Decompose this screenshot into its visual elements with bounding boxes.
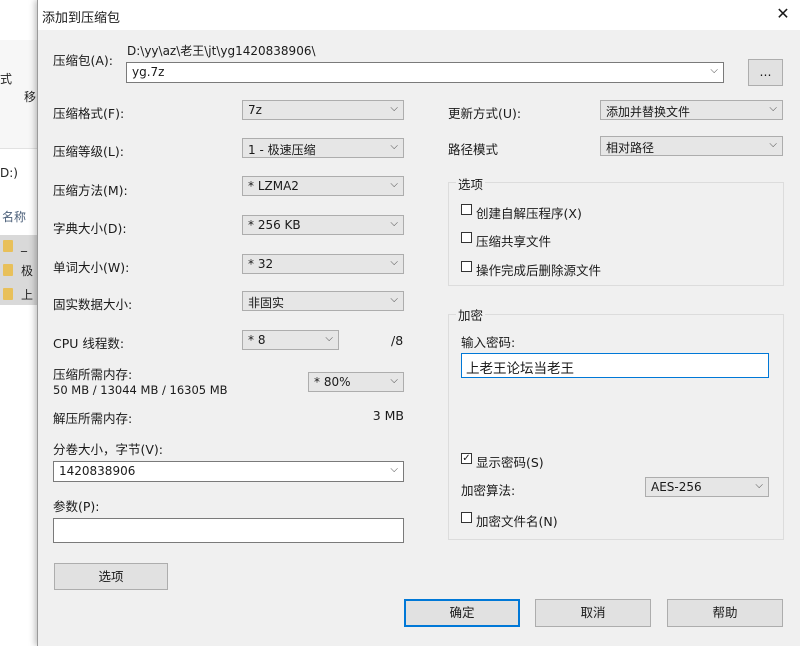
volume-label: 分卷大小，字节(V):	[53, 442, 164, 457]
ok-button[interactable]: 确定	[404, 599, 520, 627]
explorer-ribbon: 式 移	[0, 40, 38, 149]
show-password-label: 显示密码(S)	[476, 455, 544, 470]
update-value: 添加并替换文件	[606, 105, 691, 119]
format-value: 7z	[248, 103, 262, 117]
cpu-select[interactable]: * 8 ⌵	[242, 330, 339, 350]
chevron-down-icon: ⌵	[390, 294, 398, 305]
title-bar[interactable]: 添加到压缩包 ✕	[38, 0, 800, 30]
sfx-checkbox[interactable]	[461, 204, 472, 215]
enc-method-value: AES-256	[651, 480, 702, 494]
word-label: 单词大小(W):	[53, 260, 130, 275]
chevron-down-icon: ⌵	[390, 375, 398, 386]
cpu-max: /8	[391, 333, 404, 348]
file-name: 上	[21, 288, 34, 302]
file-name: 极	[21, 264, 34, 278]
folder-icon	[3, 240, 13, 252]
solid-select[interactable]: 非固实 ⌵	[242, 291, 404, 311]
volume-combo[interactable]: 1420838906 ⌵	[53, 461, 404, 482]
chevron-down-icon: ⌵	[390, 179, 398, 190]
path-mode-select[interactable]: 相对路径 ⌵	[600, 136, 783, 156]
update-label: 更新方式(U):	[448, 106, 522, 121]
encrypt-names-label: 加密文件名(N)	[476, 514, 558, 529]
sfx-label: 创建自解压程序(X)	[476, 206, 582, 221]
volume-value: 1420838906	[59, 464, 136, 478]
dict-value: * 256 KB	[248, 218, 301, 232]
decomp-label: 解压所需内存:	[53, 411, 133, 426]
word-value: * 32	[248, 257, 274, 271]
mem-detail: 50 MB / 13044 MB / 16305 MB	[53, 383, 228, 397]
solid-label: 固实数据大小:	[53, 297, 133, 312]
delete-checkbox[interactable]	[461, 261, 472, 272]
mem-usage-select[interactable]: * 80% ⌵	[308, 372, 404, 392]
format-label: 压缩格式(F):	[53, 106, 125, 121]
enc-method-select[interactable]: AES-256 ⌵	[645, 477, 769, 497]
chevron-down-icon: ⌵	[390, 218, 398, 229]
method-select[interactable]: * LZMA2 ⌵	[242, 176, 404, 196]
delete-label: 操作完成后删除源文件	[476, 263, 602, 278]
decomp-value: 3 MB	[372, 408, 404, 423]
mem-usage-value: * 80%	[314, 375, 351, 389]
ribbon-text: 式	[0, 72, 13, 86]
show-password-checkbox[interactable]: ✓	[461, 453, 472, 464]
update-select[interactable]: 添加并替换文件 ⌵	[600, 100, 783, 120]
enc-method-label: 加密算法:	[461, 483, 516, 498]
column-header-name[interactable]: 名称	[2, 208, 26, 225]
ribbon-text: 移	[24, 90, 37, 104]
method-label: 压缩方法(M):	[53, 183, 128, 198]
options-button[interactable]: 选项	[54, 563, 168, 590]
add-to-archive-dialog: 添加到压缩包 ✕ 压缩包(A): D:\yy\az\老王\jt\yg142083…	[37, 0, 800, 646]
close-icon[interactable]: ✕	[772, 4, 794, 26]
password-input[interactable]: 上老王论坛当老王	[461, 353, 769, 378]
chevron-down-icon[interactable]: ⌵	[390, 464, 398, 475]
level-label: 压缩等级(L):	[53, 144, 124, 159]
format-select[interactable]: 7z ⌵	[242, 100, 404, 120]
drive-label[interactable]: D:)	[0, 166, 18, 180]
shared-label: 压缩共享文件	[476, 234, 552, 249]
cpu-label: CPU 线程数:	[53, 336, 125, 351]
dict-select[interactable]: * 256 KB ⌵	[242, 215, 404, 235]
folder-icon	[3, 288, 13, 300]
archive-name-combo[interactable]: yg.7z ⌵	[126, 62, 724, 83]
word-select[interactable]: * 32 ⌵	[242, 254, 404, 274]
chevron-down-icon: ⌵	[769, 103, 777, 114]
chevron-down-icon: ⌵	[769, 139, 777, 150]
archive-path: D:\yy\az\老王\jt\yg1420838906\	[127, 44, 316, 58]
options-group-title: 选项	[456, 174, 486, 193]
help-button[interactable]: 帮助	[667, 599, 783, 627]
chevron-down-icon: ⌵	[755, 480, 763, 491]
solid-value: 非固实	[248, 296, 285, 310]
dialog-title: 添加到压缩包	[42, 11, 121, 26]
path-mode-value: 相对路径	[606, 141, 655, 155]
cpu-value: * 8	[248, 333, 266, 347]
level-select[interactable]: 1 - 极速压缩 ⌵	[242, 138, 404, 158]
archive-name-value: yg.7z	[132, 65, 165, 79]
archive-label: 压缩包(A):	[53, 53, 114, 68]
path-mode-label: 路径模式	[448, 142, 499, 157]
mem-label: 压缩所需内存:	[53, 367, 133, 382]
folder-icon	[3, 264, 13, 276]
dict-label: 字典大小(D):	[53, 221, 127, 236]
encrypt-names-checkbox[interactable]	[461, 512, 472, 523]
shared-checkbox[interactable]	[461, 232, 472, 243]
chevron-down-icon: ⌵	[325, 333, 333, 344]
cancel-button[interactable]: 取消	[535, 599, 651, 627]
chevron-down-icon: ⌵	[390, 141, 398, 152]
file-name: _	[21, 238, 27, 252]
password-value: 上老王论坛当老王	[466, 361, 574, 377]
params-label: 参数(P):	[53, 499, 100, 514]
browse-button[interactable]: ...	[748, 59, 783, 86]
method-value: * LZMA2	[248, 179, 299, 193]
encryption-group-title: 加密	[456, 305, 486, 324]
chevron-down-icon: ⌵	[390, 257, 398, 268]
params-input[interactable]	[53, 518, 404, 543]
level-value: 1 - 极速压缩	[248, 143, 316, 157]
password-label: 输入密码:	[461, 335, 516, 350]
chevron-down-icon[interactable]: ⌵	[710, 65, 718, 76]
chevron-down-icon: ⌵	[390, 103, 398, 114]
